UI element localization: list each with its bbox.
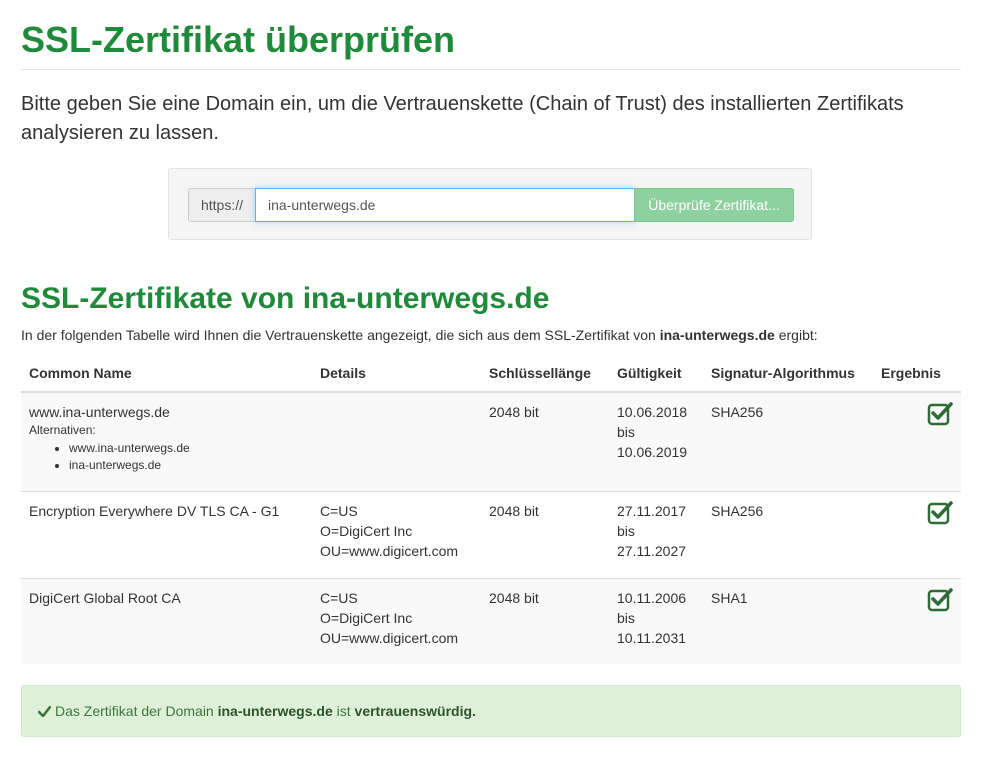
details-cell: C=US O=DigiCert Inc OU=www.digicert.com bbox=[312, 577, 481, 664]
alert-domain: ina-unterwegs.de bbox=[217, 703, 333, 719]
valid-to: 27.11.2027 bbox=[617, 542, 687, 559]
results-intro: In der folgenden Tabelle wird Ihnen die … bbox=[21, 327, 818, 343]
algorithm-cell: SHA256 bbox=[703, 392, 873, 491]
valid-separator: bis bbox=[617, 522, 635, 539]
table-row: www.ina-unterwegs.de Alternativen: www.i… bbox=[21, 392, 961, 491]
common-name: www.ina-unterwegs.de bbox=[29, 404, 170, 420]
valid-to: 10.11.2031 bbox=[617, 629, 687, 646]
table-header-row: Common Name Details Schlüssellänge Gülti… bbox=[21, 355, 961, 393]
validity-cell: 27.11.2017 bis 27.11.2027 bbox=[609, 490, 703, 578]
result-cell bbox=[873, 577, 961, 664]
domain-input[interactable] bbox=[255, 188, 635, 222]
alternatives-label: Alternativen: bbox=[29, 423, 96, 437]
details-cell: C=US O=DigiCert Inc OU=www.digicert.com bbox=[312, 490, 481, 578]
valid-to: 10.06.2019 bbox=[617, 444, 688, 460]
checkbox-checked-icon bbox=[927, 402, 953, 426]
key-length-cell: 2048 bit bbox=[481, 392, 609, 491]
valid-separator: bis bbox=[617, 609, 635, 626]
alternative-name: www.ina-unterwegs.de bbox=[69, 440, 304, 457]
detail-line: C=US bbox=[320, 502, 358, 519]
algorithm-cell: SHA1 bbox=[703, 577, 873, 664]
lead-text: Bitte geben Sie eine Domain ein, um die … bbox=[21, 93, 904, 144]
column-header-result: Ergebnis bbox=[873, 355, 961, 393]
valid-from: 10.11.2006 bbox=[617, 589, 687, 606]
valid-from: 27.11.2017 bbox=[617, 502, 687, 519]
table-row: DigiCert Global Root CA C=US O=DigiCert … bbox=[21, 577, 961, 664]
valid-from: 10.06.2018 bbox=[617, 404, 688, 420]
alert-verdict: vertrauenswürdig. bbox=[354, 703, 476, 719]
intro-text-before: In der folgenden Tabelle wird Ihnen die … bbox=[21, 327, 660, 343]
page-title: SSL-Zertifikat überprüfen bbox=[21, 19, 456, 60]
column-header-key-length: Schlüssellänge bbox=[481, 355, 609, 393]
key-length-cell: 2048 bit bbox=[481, 490, 609, 578]
protocol-prefix: https:// bbox=[188, 188, 255, 222]
alert-text-before: Das Zertifikat der Domain bbox=[55, 703, 218, 719]
algorithm-cell: SHA256 bbox=[703, 490, 873, 578]
alternatives-list: www.ina-unterwegs.de ina-unterwegs.de bbox=[29, 440, 304, 474]
results-heading: SSL-Zertifikate von ina-unterwegs.de bbox=[21, 282, 550, 315]
check-certificate-button[interactable]: Überprüfe Zertifikat... bbox=[634, 188, 794, 222]
common-name-cell: www.ina-unterwegs.de Alternativen: www.i… bbox=[21, 392, 312, 491]
common-name-cell: DigiCert Global Root CA bbox=[21, 577, 312, 664]
detail-line: O=DigiCert Inc bbox=[320, 609, 413, 626]
column-header-common-name: Common Name bbox=[21, 355, 312, 393]
result-cell bbox=[873, 490, 961, 578]
trust-result-alert: Das Zertifikat der Domain ina-unterwegs.… bbox=[21, 685, 961, 737]
validity-cell: 10.06.2018 bis 10.06.2019 bbox=[609, 392, 703, 491]
intro-domain: ina-unterwegs.de bbox=[659, 327, 775, 343]
column-header-details: Details bbox=[312, 355, 481, 393]
detail-line: OU=www.digicert.com bbox=[320, 542, 459, 559]
checkbox-checked-icon bbox=[927, 500, 953, 525]
key-length-cell: 2048 bit bbox=[481, 577, 609, 664]
domain-form: https:// Überprüfe Zertifikat... bbox=[168, 168, 812, 240]
alert-text-middle: ist bbox=[332, 703, 355, 719]
column-header-algorithm: Signatur-Algorithmus bbox=[703, 355, 873, 393]
common-name-cell: Encryption Everywhere DV TLS CA - G1 bbox=[21, 490, 312, 578]
title-divider bbox=[21, 69, 961, 70]
detail-line: C=US bbox=[320, 589, 358, 606]
validity-cell: 10.11.2006 bis 10.11.2031 bbox=[609, 577, 703, 664]
detail-line: OU=www.digicert.com bbox=[320, 629, 459, 646]
column-header-validity: Gültigkeit bbox=[609, 355, 703, 393]
checkbox-checked-icon bbox=[927, 587, 953, 612]
details-cell bbox=[312, 392, 481, 491]
detail-line: O=DigiCert Inc bbox=[320, 522, 413, 539]
intro-text-after: ergibt: bbox=[774, 327, 818, 343]
table-row: Encryption Everywhere DV TLS CA - G1 C=U… bbox=[21, 490, 961, 578]
alternative-name: ina-unterwegs.de bbox=[69, 457, 304, 474]
certificate-chain-table: Common Name Details Schlüssellänge Gülti… bbox=[21, 355, 961, 664]
valid-separator: bis bbox=[617, 424, 635, 440]
result-cell bbox=[873, 392, 961, 491]
check-icon bbox=[37, 687, 52, 718]
